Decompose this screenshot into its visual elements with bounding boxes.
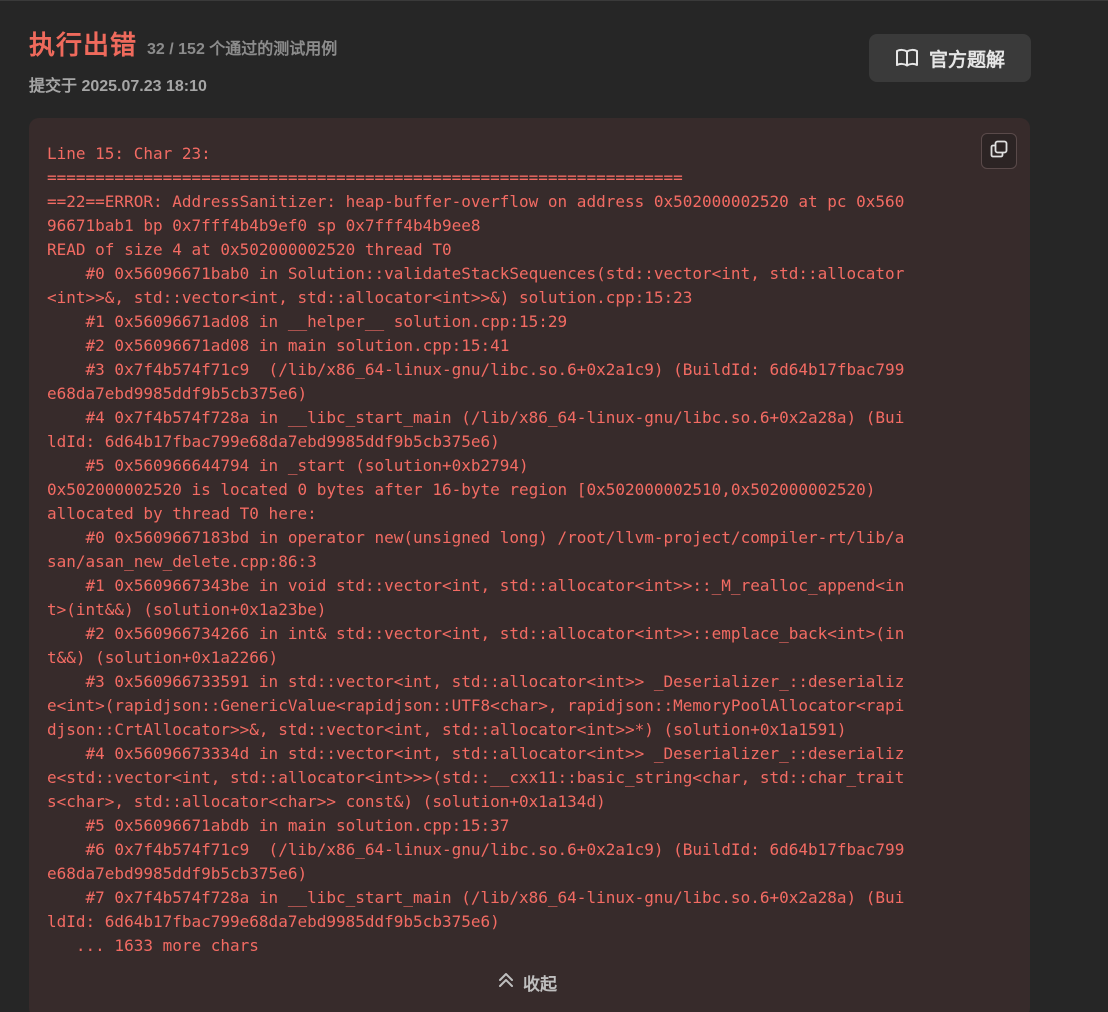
error-line: #2 0x560966734266 in int& std::vector<in… (47, 624, 905, 643)
book-open-icon (895, 46, 919, 70)
error-line: san/asan_new_delete.cpp:86:3 (47, 552, 317, 571)
error-line: #3 0x7f4b574f71c9 (/lib/x86_64-linux-gnu… (47, 360, 905, 379)
error-line: #0 0x56096671bab0 in Solution::validateS… (47, 264, 905, 283)
error-output-panel: Line 15: Char 23: ======================… (29, 118, 1030, 1012)
error-line: #4 0x7f4b574f728a in __libc_start_main (… (47, 408, 905, 427)
submission-result-page: 执行出错 32 / 152 个通过的测试用例 提交于 2025.07.23 18… (0, 0, 1108, 1012)
error-line: t>(int&&) (solution+0x1a23be) (47, 600, 327, 619)
error-line: 0x502000002520 is located 0 bytes after … (47, 480, 876, 499)
collapse-button[interactable]: 收起 (497, 969, 557, 995)
error-line: s<char>, std::allocator<char>> const&) (… (47, 792, 606, 811)
collapse-label: 收起 (523, 974, 557, 994)
error-line: ... 1633 more chars (47, 936, 259, 955)
error-line: #1 0x5609667343be in void std::vector<in… (47, 576, 905, 595)
official-solution-label: 官方题解 (928, 49, 1005, 71)
error-line: djson::CrtAllocator>>&, std::vector<int,… (47, 720, 847, 739)
error-message: Line 15: Char 23: ======================… (47, 142, 1017, 958)
error-line: e68da7ebd9985ddf9b5cb375e6) (47, 384, 308, 403)
error-line: #3 0x560966733591 in std::vector<int, st… (47, 672, 905, 691)
error-line: Line 15: Char 23: (47, 144, 211, 163)
error-line: ldId: 6d64b17fbac799e68da7ebd9985ddf9b5c… (47, 432, 500, 451)
error-line: e<std::vector<int, std::allocator<int>>>… (47, 768, 905, 787)
error-line: #7 0x7f4b574f728a in __libc_start_main (… (47, 888, 905, 907)
error-line: ldId: 6d64b17fbac799e68da7ebd9985ddf9b5c… (47, 912, 500, 931)
error-line: #5 0x56096671abdb in main solution.cpp:1… (47, 816, 510, 835)
official-solution-button[interactable]: 官方题解 (869, 34, 1031, 82)
error-line: <int>>&, std::vector<int, std::allocator… (47, 288, 693, 307)
error-line: t&&) (solution+0x1a2266) (47, 648, 279, 667)
error-line: #4 0x56096673334d in std::vector<int, st… (47, 744, 905, 763)
error-line: 96671bab1 bp 0x7fff4b4b9ef0 sp 0x7fff4b4… (47, 216, 481, 235)
error-line: #5 0x560966644794 in _start (solution+0x… (47, 456, 529, 475)
error-line: #2 0x56096671ad08 in main solution.cpp:1… (47, 336, 510, 355)
error-line: ========================================… (47, 168, 683, 187)
status-title: 执行出错 (29, 30, 138, 60)
error-line: #1 0x56096671ad08 in __helper__ solution… (47, 312, 568, 331)
chevrons-up-icon (497, 971, 515, 994)
error-line: #6 0x7f4b574f71c9 (/lib/x86_64-linux-gnu… (47, 840, 905, 859)
error-line: #0 0x5609667183bd in operator new(unsign… (47, 528, 905, 547)
error-line: allocated by thread T0 here: (47, 504, 317, 523)
error-line: ==22==ERROR: AddressSanitizer: heap-buff… (47, 192, 905, 211)
error-line: e<int>(rapidjson::GenericValue<rapidjson… (47, 696, 905, 715)
error-line: e68da7ebd9985ddf9b5cb375e6) (47, 864, 308, 883)
pass-count: 32 / 152 个通过的测试用例 (147, 41, 338, 58)
error-line: READ of size 4 at 0x502000002520 thread … (47, 240, 452, 259)
